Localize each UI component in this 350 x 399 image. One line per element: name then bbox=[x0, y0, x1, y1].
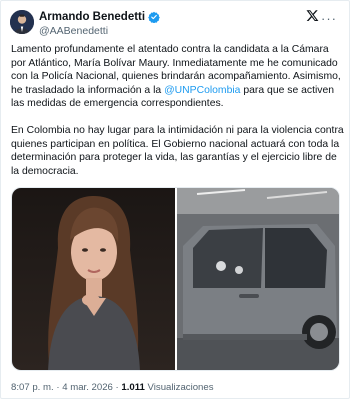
footer-separator: · bbox=[53, 382, 63, 393]
tweet-paragraph-1: Lamento profundamente el atentado contra… bbox=[11, 43, 345, 111]
author-display-name[interactable]: Armando Benedetti bbox=[39, 11, 145, 23]
media-gallery bbox=[11, 187, 340, 371]
avatar[interactable] bbox=[10, 10, 34, 34]
media-photo-woman[interactable] bbox=[12, 188, 175, 370]
author-name-row: Armando Benedetti bbox=[39, 11, 160, 23]
tweet-card: Armando Benedetti @AABenedetti ··· Lamen… bbox=[0, 0, 350, 399]
author-handle[interactable]: @AABenedetti bbox=[39, 25, 108, 37]
tweet-paragraph-2: En Colombia no hay lugar para la intimid… bbox=[11, 124, 344, 177]
more-options-icon[interactable]: ··· bbox=[321, 11, 337, 26]
verified-badge-icon bbox=[148, 11, 160, 23]
tweet-time[interactable]: 8:07 p. m. bbox=[11, 382, 54, 393]
views-label: Visualizaciones bbox=[144, 382, 214, 393]
tweet-body: Lamento profundamente el atentado contra… bbox=[11, 43, 345, 191]
tweet-footer: 8:07 p. m. · 4 mar. 2026 · 1.011 Visuali… bbox=[11, 382, 214, 393]
views-count: 1.011 bbox=[121, 382, 145, 393]
mention-link[interactable]: @UNPColombia bbox=[164, 85, 240, 96]
media-photo-vehicle[interactable] bbox=[177, 188, 339, 370]
x-logo-icon[interactable] bbox=[306, 9, 319, 27]
tweet-date[interactable]: 4 mar. 2026 bbox=[62, 382, 113, 393]
